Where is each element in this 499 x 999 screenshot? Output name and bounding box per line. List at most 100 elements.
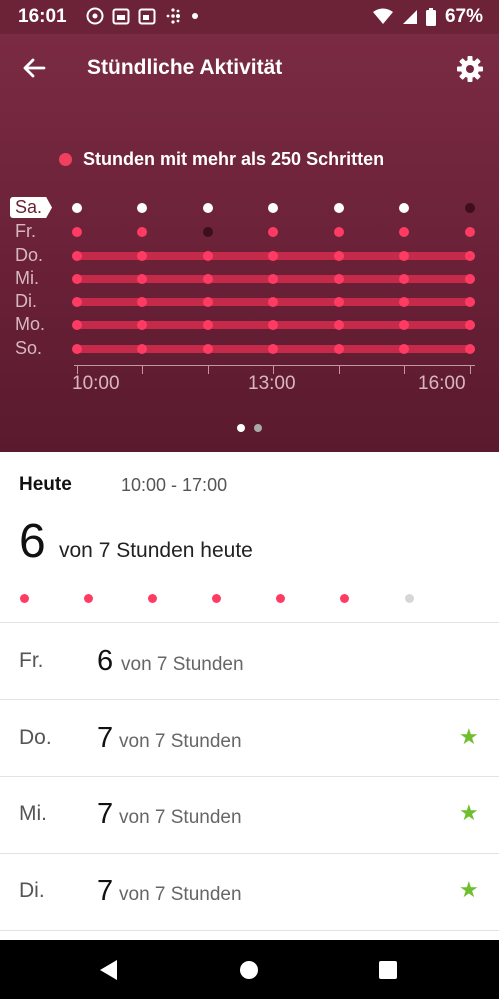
- today-hour-dot: [212, 594, 221, 603]
- hour-dot: [72, 227, 82, 237]
- star-icon: ★: [459, 877, 479, 902]
- day-label: Mi.: [15, 268, 39, 288]
- nav-back-icon[interactable]: [100, 960, 117, 980]
- legend-label: Stunden mit mehr als 250 Schritten: [83, 149, 385, 169]
- history-count: 7: [97, 722, 114, 754]
- today-time-range: 10:00 - 17:00: [121, 475, 228, 495]
- star-icon: ★: [459, 800, 479, 825]
- hour-dot: [268, 297, 278, 307]
- hour-dot: [268, 251, 278, 261]
- hour-dot: [203, 320, 213, 330]
- axis-tick: [339, 365, 340, 374]
- day-label: Mo.: [15, 314, 46, 334]
- axis-tick: [208, 365, 209, 374]
- hour-dot: [137, 251, 147, 261]
- today-count: 6: [19, 515, 46, 568]
- axis-tick: [404, 365, 405, 374]
- hour-dot: [137, 227, 147, 237]
- hour-dot: [465, 297, 475, 307]
- hour-dot: [334, 297, 344, 307]
- history-day: Fr.: [19, 649, 44, 672]
- hour-dot: [334, 344, 344, 354]
- hour-dot: [72, 320, 82, 330]
- divider: [0, 622, 499, 623]
- hour-dot: [334, 203, 344, 213]
- axis-label-16: 16:00: [418, 373, 466, 394]
- hour-dot: [465, 203, 475, 213]
- nav-recents-icon[interactable]: [379, 961, 397, 979]
- system-icons: 67%: [372, 6, 483, 28]
- history-day: Do.: [19, 726, 52, 749]
- legend-dot: [59, 153, 72, 166]
- hour-dot: [137, 344, 147, 354]
- history-count: 6: [97, 645, 114, 677]
- gear-icon[interactable]: [455, 54, 485, 84]
- fitbit-icon: [166, 8, 180, 24]
- today-hour-dot: [20, 594, 29, 603]
- nav-home-icon[interactable]: [240, 961, 258, 979]
- divider: [0, 930, 499, 931]
- hour-dot: [72, 274, 82, 284]
- hour-dot: [137, 320, 147, 330]
- hour-dot: [465, 344, 475, 354]
- history-text: von 7 Stunden: [119, 731, 242, 752]
- day-label: So.: [15, 338, 43, 358]
- day-label: Do.: [15, 245, 44, 265]
- time-axis: [74, 365, 475, 366]
- today-hour-dot: [405, 594, 414, 603]
- history-day: Mi.: [19, 802, 47, 825]
- hour-dot: [334, 251, 344, 261]
- page-indicator-dot-2: [254, 424, 262, 432]
- signal-icon: [402, 10, 417, 24]
- page-title: Stündliche Aktivität: [87, 56, 283, 79]
- hour-dot: [268, 203, 278, 213]
- divider: [0, 853, 499, 854]
- calendar-icon: [138, 8, 156, 25]
- hour-dot: [72, 297, 82, 307]
- status-time: 16:01: [18, 6, 67, 27]
- hour-dot: [203, 227, 213, 237]
- hour-dot: [465, 251, 475, 261]
- today-label: Heute: [19, 474, 72, 495]
- divider: [0, 776, 499, 777]
- wifi-icon: [372, 8, 393, 24]
- divider: [0, 699, 499, 700]
- back-arrow-icon[interactable]: [20, 54, 48, 82]
- hour-dot: [203, 274, 213, 284]
- hour-dot: [465, 320, 475, 330]
- page-indicator-dot-1: [237, 424, 245, 432]
- hour-dot: [203, 344, 213, 354]
- today-hour-dot: [276, 594, 285, 603]
- hour-dot: [203, 251, 213, 261]
- today-summary: von 7 Stunden heute: [59, 539, 253, 562]
- hour-dot: [465, 227, 475, 237]
- day-label: Sa.: [10, 197, 53, 218]
- hour-dot: [399, 251, 409, 261]
- star-icon: ★: [459, 724, 479, 749]
- history-count: 7: [97, 798, 114, 830]
- dot-icon: [192, 13, 198, 19]
- hour-dot: [203, 203, 213, 213]
- hour-dot: [334, 320, 344, 330]
- axis-label-10: 10:00: [72, 373, 120, 394]
- status-bar: 16:01 67%: [0, 0, 499, 34]
- chart-legend: Stunden mit mehr als 250 Schritten: [59, 149, 384, 170]
- hour-dot: [399, 203, 409, 213]
- hour-dot: [137, 297, 147, 307]
- notification-icons: [86, 7, 200, 25]
- today-hour-dot: [340, 594, 349, 603]
- battery-icon: [425, 8, 436, 26]
- hour-dot: [268, 320, 278, 330]
- hour-dot: [334, 274, 344, 284]
- axis-label-13: 13:00: [248, 373, 296, 394]
- hour-dot: [137, 274, 147, 284]
- hour-dot: [72, 203, 82, 213]
- day-label: Fr.: [15, 221, 36, 241]
- hour-dot: [72, 344, 82, 354]
- battery-percent: 67%: [444, 6, 483, 27]
- hour-dot: [399, 320, 409, 330]
- hour-dot: [137, 203, 147, 213]
- history-count: 7: [97, 875, 114, 907]
- today-hour-dot: [84, 594, 93, 603]
- today-hour-dot: [148, 594, 157, 603]
